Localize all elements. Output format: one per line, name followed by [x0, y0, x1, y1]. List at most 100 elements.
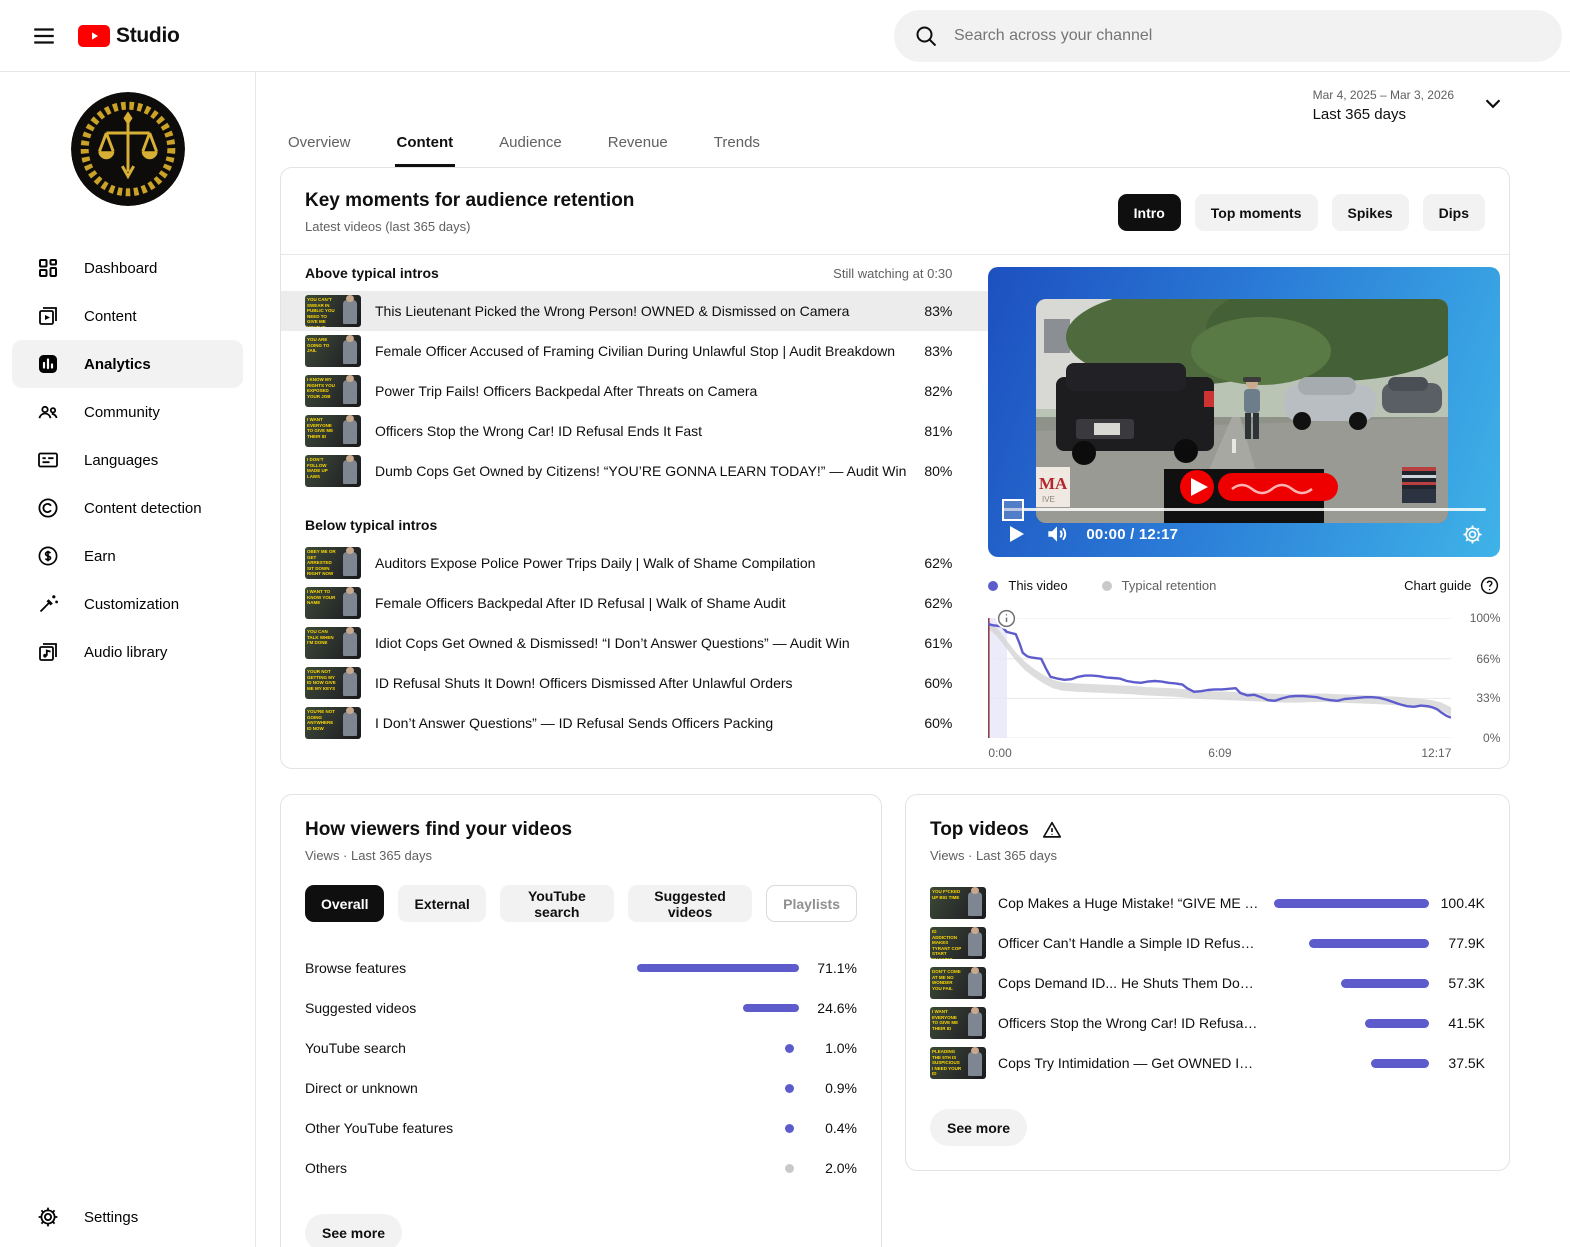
menu-icon[interactable]	[24, 16, 64, 56]
customization-icon	[36, 592, 60, 616]
retention-percentage: 81%	[906, 423, 952, 439]
views-bar	[1274, 899, 1429, 908]
sidebar-item-earn[interactable]: Earn	[12, 532, 243, 580]
views-count: 77.9K	[1429, 935, 1485, 951]
tab-trends[interactable]: Trends	[712, 120, 762, 167]
retention-video-row[interactable]: I WANT TO KNOW YOUR NAMEFemale Officers …	[281, 583, 988, 623]
traffic-source-row[interactable]: Direct or unknown0.9%	[305, 1068, 857, 1108]
community-icon	[36, 400, 60, 424]
filter-chip-spikes[interactable]: Spikes	[1332, 194, 1409, 231]
search-icon	[914, 24, 938, 48]
views-count: 57.3K	[1429, 975, 1485, 991]
card-subtitle: Views · Last 365 days	[305, 848, 857, 863]
retention-video-row[interactable]: OBEY ME OR GET ARRESTED SIT DOWN RIGHT N…	[281, 543, 988, 583]
retention-video-row[interactable]: YOU CAN’T SWEAR IN PUBLIC YOU NEED TO GI…	[281, 291, 988, 331]
retention-video-row[interactable]: I DON’T FOLLOW MADE UP LAWSDumb Cops Get…	[281, 451, 988, 491]
views-bar	[1365, 1019, 1429, 1028]
filter-chip-intro[interactable]: Intro	[1118, 194, 1181, 231]
legend-label: Typical retention	[1122, 578, 1217, 593]
x-tick-label: 6:09	[1208, 746, 1231, 760]
chart-legend: This video Typical retention Chart guide	[988, 575, 1500, 596]
traffic-source-row[interactable]: Others2.0%	[305, 1148, 857, 1188]
traffic-percentage: 71.1%	[799, 960, 857, 976]
sidebar-item-languages[interactable]: Languages	[12, 436, 243, 484]
traffic-source-row[interactable]: YouTube search1.0%	[305, 1028, 857, 1068]
top-video-row[interactable]: I WANT EVERYONE TO GIVE ME THEIR IDOffic…	[930, 1003, 1485, 1043]
traffic-chip-playlists[interactable]: Playlists	[766, 885, 857, 922]
svg-text:IVE: IVE	[1042, 495, 1055, 504]
top-bar: Studio	[0, 0, 1570, 72]
top-video-rows: YOU F*CKED UP BIG TIMECop Makes a Huge M…	[930, 883, 1485, 1083]
x-tick-label: 12:17	[1421, 746, 1451, 760]
top-video-row[interactable]: PLEADING THE 5TH IS SUSPICIOUS I NEED YO…	[930, 1043, 1485, 1083]
main-content: Overview Content Audience Revenue Trends Mar…	[256, 72, 1570, 1247]
chart-guide-link[interactable]: Chart guide	[1404, 575, 1500, 596]
retention-percentage: 60%	[906, 715, 952, 731]
sidebar-item-label: Content	[84, 308, 137, 325]
channel-search[interactable]	[894, 10, 1562, 62]
channel-avatar[interactable]	[71, 92, 185, 206]
player-progress-bar[interactable]	[1002, 508, 1486, 511]
retention-video-row[interactable]: YOUR NOT GETTING MY ID NOW GIVE ME MY KE…	[281, 663, 988, 703]
sidebar-item-content-detection[interactable]: Content detection	[12, 484, 243, 532]
youtube-studio-logo[interactable]: Studio	[78, 24, 180, 48]
video-player[interactable]: MA IVE	[988, 267, 1500, 557]
search-input[interactable]	[952, 26, 1542, 46]
views-count: 41.5K	[1429, 1015, 1485, 1031]
video-title: ID Refusal Shuts It Down! Officers Dismi…	[375, 675, 906, 691]
traffic-source-row[interactable]: Other YouTube features0.4%	[305, 1108, 857, 1148]
views-bar	[1371, 1059, 1429, 1068]
tab-overview[interactable]: Overview	[286, 120, 353, 167]
video-thumbnail: I WANT EVERYONE TO GIVE ME THEIR ID	[305, 415, 361, 447]
sidebar-item-analytics[interactable]: Analytics	[12, 340, 243, 388]
play-icon[interactable]	[1004, 522, 1028, 546]
sidebar-item-label: Dashboard	[84, 260, 157, 277]
tab-audience[interactable]: Audience	[497, 120, 564, 167]
retention-video-row[interactable]: YOU CAN TALK WHEN I’M DONEIdiot Cops Get…	[281, 623, 988, 663]
traffic-source-row[interactable]: Browse features71.1%	[305, 948, 857, 988]
retention-video-row[interactable]: I WANT EVERYONE TO GIVE ME THEIR IDOffic…	[281, 411, 988, 451]
traffic-see-more-button[interactable]: See more	[305, 1214, 402, 1247]
sidebar-item-audio-library[interactable]: Audio library	[12, 628, 243, 676]
date-range-picker[interactable]: Mar 4, 2025 – Mar 3, 2026 Last 365 days	[1313, 88, 1506, 123]
legend-typical-retention[interactable]: Typical retention	[1102, 578, 1217, 593]
video-title: Cops Demand ID... He Shuts Them Dow...	[998, 975, 1259, 991]
traffic-source-rows: Browse features71.1%Suggested videos24.6…	[305, 948, 857, 1188]
sidebar-item-settings[interactable]: Settings	[12, 1193, 243, 1241]
retention-video-row[interactable]: I KNOW MY RIGHTS YOU EXPOSED YOUR JOBPow…	[281, 371, 988, 411]
sidebar-item-content[interactable]: Content	[12, 292, 243, 340]
sidebar-item-community[interactable]: Community	[12, 388, 243, 436]
below-typical-header: Below typical intros	[281, 507, 988, 543]
filter-chip-dips[interactable]: Dips	[1423, 194, 1485, 231]
traffic-chip-suggested-videos[interactable]: Suggested videos	[628, 885, 752, 922]
top-videos-see-more-button[interactable]: See more	[930, 1109, 1027, 1146]
video-thumbnail: YOU CAN’T SWEAR IN PUBLIC YOU NEED TO GI…	[305, 295, 361, 327]
sidebar-item-customization[interactable]: Customization	[12, 580, 243, 628]
top-video-row[interactable]: ID ADDICTION MAKES TYRANT COP START SHAK…	[930, 923, 1485, 963]
video-frame: MA IVE	[1036, 299, 1448, 523]
sidebar-item-label: Languages	[84, 452, 158, 469]
traffic-dot	[785, 1164, 794, 1173]
volume-icon[interactable]	[1044, 521, 1070, 547]
top-video-row[interactable]: YOU F*CKED UP BIG TIMECop Makes a Huge M…	[930, 883, 1485, 923]
top-video-row[interactable]: DON’T COME AT ME NO WONDER YOU FAILCops …	[930, 963, 1485, 1003]
legend-this-video[interactable]: This video	[988, 578, 1067, 593]
player-settings-icon[interactable]	[1461, 523, 1484, 546]
traffic-chip-external[interactable]: External	[398, 885, 485, 922]
legend-dot-this-video	[988, 581, 998, 591]
retention-chart[interactable]: 100%66%33%0% 0:006:0912:17	[988, 618, 1500, 768]
sidebar-item-dashboard[interactable]: Dashboard	[12, 244, 243, 292]
retention-video-row[interactable]: YOU ARE GOING TO JAILFemale Officer Accu…	[281, 331, 988, 371]
filter-chip-top-moments[interactable]: Top moments	[1195, 194, 1318, 231]
legend-label: This video	[1008, 578, 1067, 593]
traffic-chip-youtube-search[interactable]: YouTube search	[500, 885, 614, 922]
traffic-source-label: Direct or unknown	[305, 1080, 623, 1096]
tab-content[interactable]: Content	[395, 120, 456, 167]
traffic-source-row[interactable]: Suggested videos24.6%	[305, 988, 857, 1028]
info-icon[interactable]	[996, 608, 1017, 629]
y-tick-label: 0%	[1483, 731, 1500, 745]
warning-icon[interactable]	[1041, 819, 1063, 841]
retention-video-row[interactable]: YOU’RE NOT GOING ANYWHERE ID NOWI Don’t …	[281, 703, 988, 743]
traffic-chip-overall[interactable]: Overall	[305, 885, 384, 922]
tab-revenue[interactable]: Revenue	[606, 120, 670, 167]
